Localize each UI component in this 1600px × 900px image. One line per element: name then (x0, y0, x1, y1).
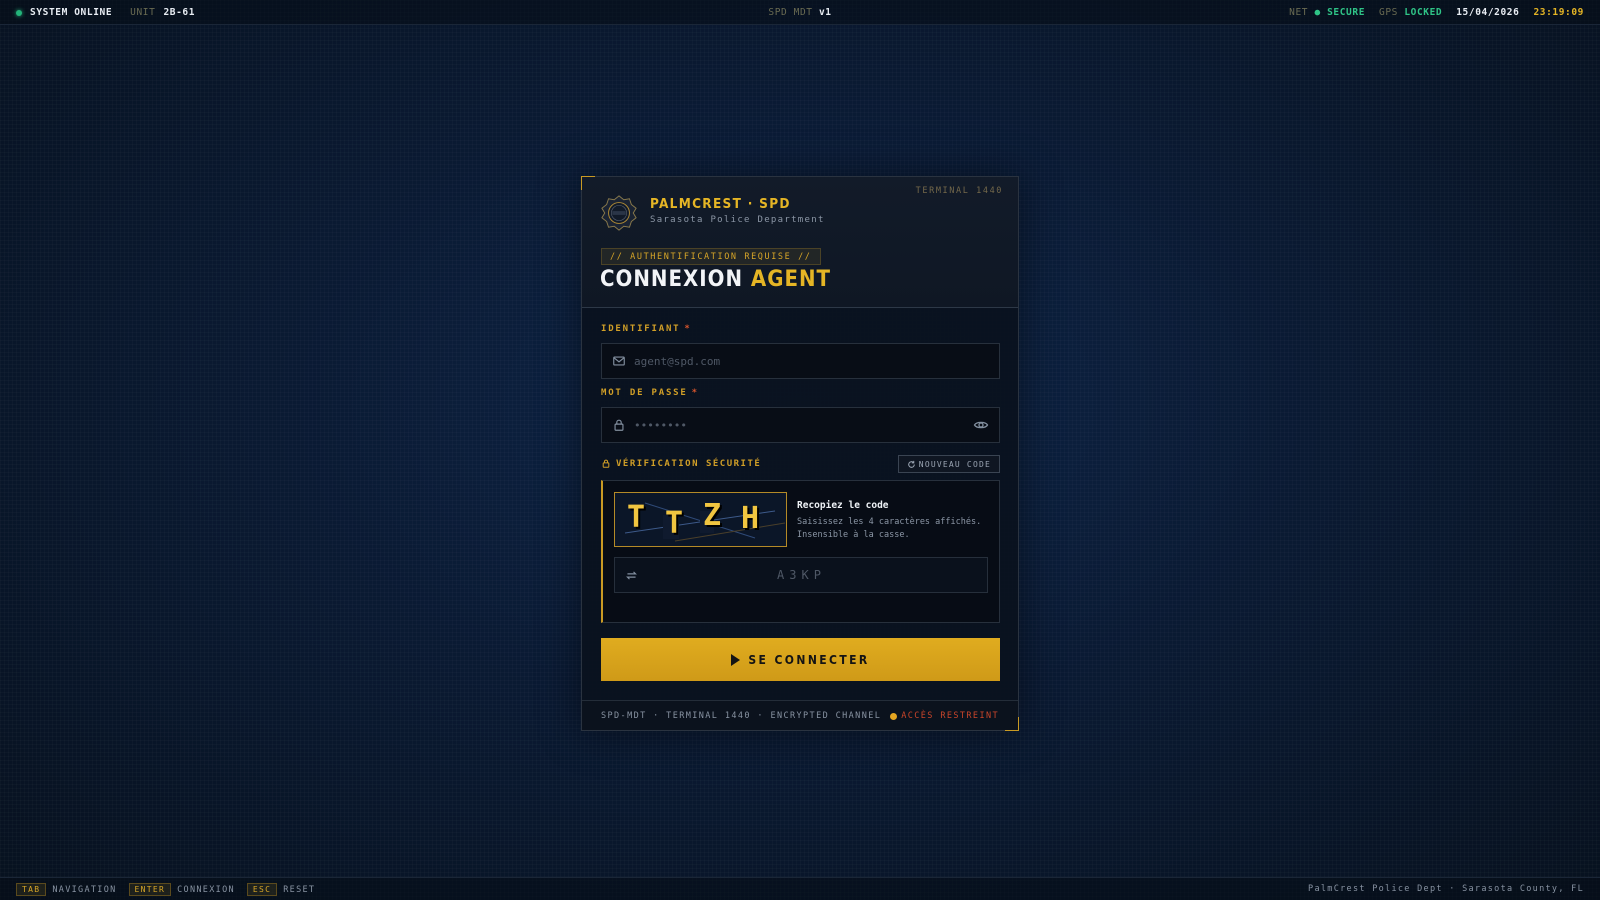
identifiant-label: IDENTIFIANT * (601, 324, 692, 334)
gps-label: GPS (1379, 7, 1398, 18)
shortcut-key: ESC (246, 883, 278, 896)
net-label: NET (1289, 7, 1309, 18)
required-marker: * (691, 388, 699, 398)
security-label-text: VÉRIFICATION SÉCURITÉ (616, 458, 762, 469)
new-code-label: NOUVEAU CODE (918, 459, 991, 469)
gps-indicator: GPS LOCKED (1379, 7, 1442, 18)
shortcut-label: RESET (283, 884, 316, 895)
captcha-description: Saisissez les 4 caractères affichés. Ins… (797, 517, 982, 540)
captcha-field (614, 557, 988, 593)
password-label-text: MOT DE PASSE (601, 388, 688, 398)
page-title: CONNEXION AGENT (600, 267, 831, 292)
top-status-bar: SYSTEM ONLINE UNIT 2B-61 SPD MDT v1 NET … (0, 0, 1600, 25)
captcha-image: T T Z H (614, 492, 787, 547)
swap-icon (626, 570, 637, 580)
captcha-title: Recopiez le code (797, 500, 889, 511)
system-indicators: NET ● SECURE GPS LOCKED 15/04/2026 23:19… (1289, 7, 1584, 18)
brand-subtitle: Sarasota Police Department (650, 215, 825, 225)
footer-channel-info: SPD-MDT · TERMINAL 1440 · ENCRYPTED CHAN… (601, 711, 882, 721)
captcha-char: T (665, 506, 684, 541)
captcha-panel: T T Z H Recopiez le code Saisissez les 4… (601, 480, 1000, 623)
captcha-input[interactable] (638, 558, 987, 592)
auth-required-tag: // AUTHENTIFICATION REQUISE // (601, 248, 821, 265)
police-badge-icon (601, 195, 637, 231)
lock-icon (602, 459, 610, 468)
identifiant-field (601, 343, 1000, 379)
net-value: ● SECURE (1314, 7, 1366, 18)
captcha-char: Z (703, 498, 722, 533)
shortcut-key: TAB (16, 883, 47, 896)
shortcut-label: NAVIGATION (52, 884, 117, 895)
clock-display: 23:19:09 (1533, 7, 1584, 18)
submit-label: SE CONNECTER (748, 652, 870, 667)
app-label: SPD MDT (768, 7, 813, 18)
eye-icon[interactable] (973, 417, 989, 433)
password-field (601, 407, 1000, 443)
required-marker: * (684, 324, 692, 334)
restricted-dot (890, 712, 898, 720)
net-indicator: NET ● SECURE (1289, 7, 1365, 18)
restricted-label: ACCÈS RESTREINT (901, 711, 999, 721)
gps-value: LOCKED (1404, 7, 1443, 18)
shortcut-label: CONNEXION (177, 884, 235, 895)
identifiant-label-text: IDENTIFIANT (601, 324, 681, 334)
brand-title: PALMCREST · SPD (650, 196, 791, 212)
restricted-access-indicator: ACCÈS RESTREINT (890, 711, 999, 721)
title-accent: AGENT (750, 267, 832, 292)
mail-icon (613, 356, 625, 366)
captcha-char: H (741, 501, 760, 536)
password-label: MOT DE PASSE * (601, 388, 699, 398)
card-footer: SPD-MDT · TERMINAL 1440 · ENCRYPTED CHAN… (582, 700, 1018, 730)
lock-icon (614, 419, 624, 431)
login-submit-button[interactable]: SE CONNECTER (601, 638, 1000, 681)
app-version: v1 (818, 7, 832, 18)
department-credit: PalmCrest Police Dept · Sarasota County,… (1308, 884, 1584, 894)
login-card: TERMINAL 1440 PALMCREST · SPD Sarasota P… (581, 176, 1019, 731)
date-display: 15/04/2026 (1456, 7, 1520, 18)
password-input[interactable] (634, 408, 973, 442)
refresh-icon (907, 460, 915, 468)
card-header: TERMINAL 1440 PALMCREST · SPD Sarasota P… (582, 177, 1018, 308)
bottom-shortcut-bar: TAB NAVIGATION ENTER CONNEXION ESC RESET… (0, 877, 1600, 900)
identifiant-input[interactable] (634, 344, 999, 378)
play-icon (731, 653, 741, 666)
captcha-char: T (627, 500, 646, 535)
new-code-button[interactable]: NOUVEAU CODE (897, 455, 1000, 473)
title-main: CONNEXION (600, 267, 744, 292)
security-row: VÉRIFICATION SÉCURITÉ NOUVEAU CODE (601, 455, 1000, 473)
keyboard-shortcuts: TAB NAVIGATION ENTER CONNEXION ESC RESET (16, 883, 321, 896)
shortcut-key: ENTER (128, 883, 172, 896)
terminal-tag: TERMINAL 1440 (915, 186, 1003, 196)
security-label: VÉRIFICATION SÉCURITÉ (601, 458, 761, 469)
